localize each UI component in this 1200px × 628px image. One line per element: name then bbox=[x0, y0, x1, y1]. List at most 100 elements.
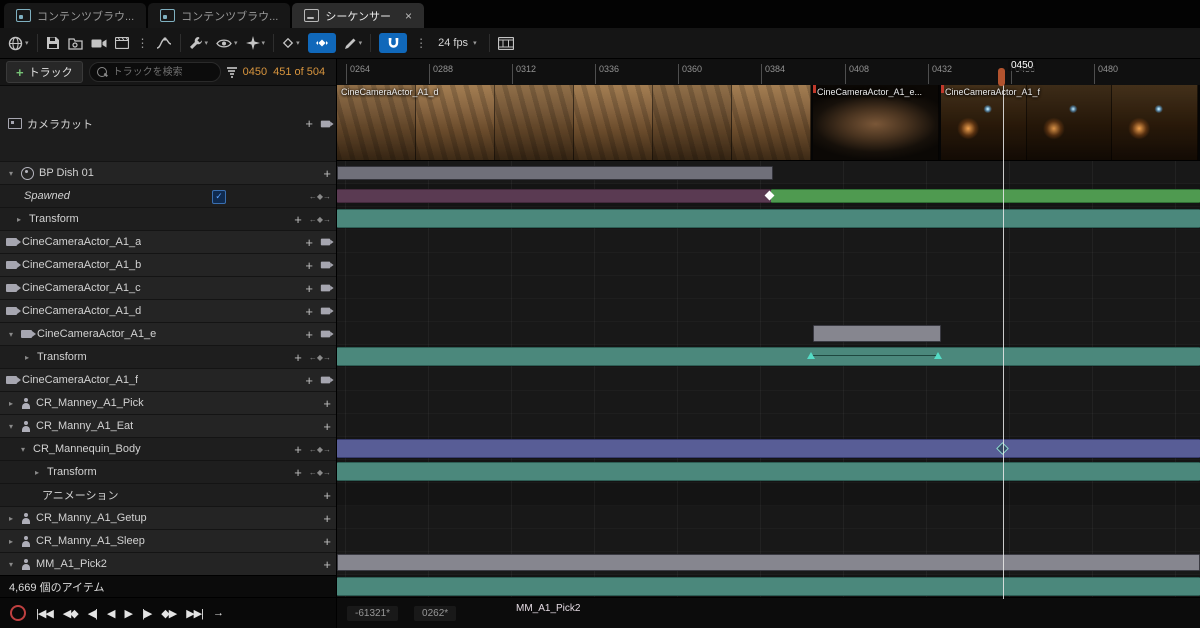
camera-lock-button[interactable] bbox=[320, 284, 334, 292]
keyframe-nav[interactable]: ←◆→ bbox=[309, 445, 331, 454]
record-button[interactable] bbox=[10, 605, 26, 621]
transform-section[interactable] bbox=[337, 462, 1200, 481]
timeline-row-mm-pick2[interactable] bbox=[337, 552, 1200, 575]
kebab-menu-icon[interactable]: ⋮ bbox=[137, 36, 149, 50]
time-ruler[interactable]: 0264 0288 0312 0336 0360 0384 0408 0432 … bbox=[337, 59, 1200, 86]
transform-section[interactable] bbox=[337, 577, 1200, 596]
auto-key-button[interactable] bbox=[307, 33, 336, 53]
range-start-field[interactable]: -61321* bbox=[347, 605, 399, 621]
track-row-camera-c[interactable]: CineCameraActor_A1_c + bbox=[0, 277, 336, 300]
chevron-right-icon[interactable]: ▸ bbox=[32, 468, 42, 477]
timeline-row-camera-e[interactable] bbox=[337, 322, 1200, 345]
spawned-true-section[interactable] bbox=[771, 189, 1200, 203]
chevron-right-icon[interactable]: ▸ bbox=[14, 215, 24, 224]
add-section-button[interactable]: + bbox=[323, 167, 331, 180]
kebab-menu-icon[interactable]: ⋮ bbox=[415, 36, 427, 50]
add-section-button[interactable]: + bbox=[323, 489, 331, 502]
step-back-button[interactable]: ◀| bbox=[88, 607, 98, 620]
timeline-row-camera-d[interactable] bbox=[337, 299, 1200, 322]
timeline-row-manny-sleep[interactable] bbox=[337, 529, 1200, 552]
section-bar[interactable] bbox=[337, 554, 1200, 571]
render-movie-button[interactable] bbox=[114, 37, 129, 49]
add-section-button[interactable]: + bbox=[305, 328, 313, 341]
track-row-transform[interactable]: ▸ Transform + ←◆→ bbox=[0, 461, 336, 484]
add-section-button[interactable]: + bbox=[305, 236, 313, 249]
track-row-camera-a[interactable]: CineCameraActor_A1_a + bbox=[0, 231, 336, 254]
add-section-button[interactable]: + bbox=[294, 213, 302, 226]
add-section-button[interactable]: + bbox=[294, 351, 302, 364]
track-row-camera-b[interactable]: CineCameraActor_A1_b + bbox=[0, 254, 336, 277]
keyframe-nav[interactable]: ←◆→ bbox=[309, 353, 331, 362]
add-section-button[interactable]: + bbox=[323, 512, 331, 525]
add-section-button[interactable]: + bbox=[305, 305, 313, 318]
track-row-bp-dish[interactable]: ▾ BP Dish 01 + bbox=[0, 162, 336, 185]
curve-editor-button[interactable] bbox=[156, 36, 172, 50]
add-section-button[interactable]: + bbox=[323, 558, 331, 571]
camera-cut-section-f[interactable]: CineCameraActor_A1_f bbox=[941, 85, 1200, 160]
track-search-box[interactable] bbox=[88, 62, 221, 82]
track-row-spawned[interactable]: Spawned ✓ ←◆→ bbox=[0, 185, 336, 208]
timeline-row-camera-c[interactable] bbox=[337, 276, 1200, 299]
save-button[interactable] bbox=[46, 36, 60, 50]
timeline-row-transform[interactable] bbox=[337, 460, 1200, 483]
camera-lock-button[interactable] bbox=[320, 330, 334, 338]
jump-to-start-button[interactable]: |◀◀ bbox=[36, 607, 54, 620]
close-icon[interactable]: × bbox=[405, 9, 412, 23]
track-search-input[interactable] bbox=[110, 65, 199, 79]
view-options-dropdown[interactable]: ▾ bbox=[216, 38, 238, 49]
keyframe-nav[interactable]: ←◆→ bbox=[309, 215, 331, 224]
snapping-button[interactable] bbox=[379, 33, 408, 53]
camera-lock-button[interactable] bbox=[320, 120, 334, 127]
timeline-row-manny-getup[interactable] bbox=[337, 506, 1200, 529]
chevron-down-icon[interactable]: ▾ bbox=[6, 169, 16, 178]
chevron-down-icon[interactable]: ▾ bbox=[18, 445, 28, 454]
range-end-field[interactable]: 0262* bbox=[414, 605, 457, 621]
playhead-line[interactable] bbox=[1003, 85, 1004, 599]
timeline-row-camera-a[interactable] bbox=[337, 230, 1200, 253]
chevron-right-icon[interactable]: ▸ bbox=[6, 514, 16, 523]
camera-lock-button[interactable] bbox=[320, 376, 334, 384]
timeline-row-camera-b[interactable] bbox=[337, 253, 1200, 276]
add-section-button[interactable]: + bbox=[305, 117, 313, 130]
filter-icon[interactable] bbox=[226, 66, 237, 78]
timeline-row-transform[interactable] bbox=[337, 207, 1200, 230]
timeline-row-bp-dish[interactable] bbox=[337, 161, 1200, 184]
keyframe-options-dropdown[interactable]: ▾ bbox=[282, 37, 300, 49]
spawned-checkbox[interactable]: ✓ bbox=[212, 190, 226, 204]
fps-dropdown[interactable]: 24 fps ▾ bbox=[434, 35, 480, 51]
tab-sequencer[interactable]: シーケンサー × bbox=[292, 3, 425, 28]
add-section-button[interactable]: + bbox=[323, 397, 331, 410]
track-row-manny-pick[interactable]: ▸ CR_Manney_A1_Pick + bbox=[0, 392, 336, 415]
tab-content-browser-1[interactable]: コンテンツブラウ... bbox=[4, 3, 147, 28]
previous-key-button[interactable]: ◀◆ bbox=[63, 607, 79, 620]
keyframe-icon[interactable] bbox=[934, 352, 942, 359]
track-row-manny-eat[interactable]: ▾ CR_Manny_A1_Eat + bbox=[0, 415, 336, 438]
track-row-mm-pick2[interactable]: ▾ MM_A1_Pick2 + bbox=[0, 553, 336, 575]
spawned-false-section[interactable] bbox=[337, 189, 771, 203]
section-bar[interactable] bbox=[813, 325, 941, 342]
timeline-row-mannequin-body[interactable] bbox=[337, 437, 1200, 460]
track-row-animation[interactable]: アニメーション + bbox=[0, 484, 336, 507]
keyframe-nav[interactable]: ←◆→ bbox=[309, 192, 331, 201]
play-button[interactable]: ▶ bbox=[125, 607, 134, 620]
thumbnail-options-button[interactable] bbox=[497, 36, 514, 50]
camera-lock-button[interactable] bbox=[320, 261, 334, 269]
find-in-content-browser-button[interactable] bbox=[67, 37, 83, 50]
next-key-button[interactable]: ◆▶ bbox=[161, 607, 177, 620]
section-bar[interactable] bbox=[337, 166, 773, 180]
chevron-right-icon[interactable]: ▸ bbox=[6, 399, 16, 408]
skeletal-section[interactable] bbox=[337, 439, 1200, 458]
timeline-row-manny-pick[interactable] bbox=[337, 391, 1200, 414]
track-row-camera-d[interactable]: CineCameraActor_A1_d + bbox=[0, 300, 336, 323]
chevron-right-icon[interactable]: ▸ bbox=[22, 353, 32, 362]
timeline-row-manny-eat[interactable] bbox=[337, 414, 1200, 437]
timeline-row-spawned[interactable] bbox=[337, 184, 1200, 207]
add-track-button[interactable]: + トラック bbox=[6, 61, 83, 83]
track-row-transform[interactable]: ▸ Transform + ←◆→ bbox=[0, 346, 336, 369]
tab-content-browser-2[interactable]: コンテンツブラウ... bbox=[148, 3, 291, 28]
step-forward-button[interactable]: |▶ bbox=[142, 607, 152, 620]
timeline-row-animation[interactable] bbox=[337, 483, 1200, 506]
current-time-field[interactable]: 0450 bbox=[243, 66, 267, 78]
camera-lock-button[interactable] bbox=[320, 238, 334, 246]
camera-lock-button[interactable] bbox=[320, 307, 334, 315]
